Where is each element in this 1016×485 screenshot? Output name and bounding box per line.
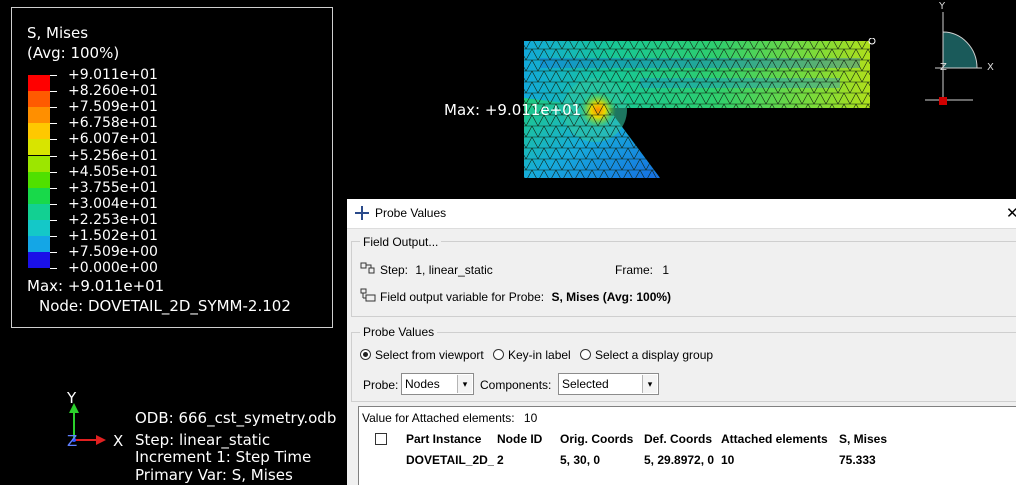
probe-results-table[interactable]: Value for Attached elements: 10 Part Ins…: [358, 406, 1016, 485]
radio-indicator[interactable]: [360, 349, 371, 360]
legend-value: +4.505e+01: [68, 163, 158, 180]
legend-tick: [50, 219, 57, 221]
close-icon[interactable]: ✕: [1006, 204, 1016, 222]
triad-y-label: Y: [67, 389, 77, 407]
col-def-coords[interactable]: Def. Coords: [644, 432, 712, 446]
field-output-group: [351, 241, 1016, 317]
legend-tick: [50, 155, 57, 157]
col-s-mises[interactable]: S, Mises: [839, 432, 887, 446]
radio-indicator[interactable]: [493, 349, 504, 360]
legend-title: S, Mises: [27, 24, 89, 42]
col-orig-coords[interactable]: Orig. Coords: [560, 432, 633, 446]
step-label: Step:: [380, 263, 409, 277]
dialog-titlebar[interactable]: Probe Values ✕: [347, 199, 1016, 229]
legend-swatch: [28, 171, 50, 188]
radio-select-from-viewport[interactable]: Select from viewport: [360, 348, 484, 362]
attached-elements-label: Value for Attached elements:: [362, 411, 515, 425]
chevron-down-icon: ▾: [457, 375, 472, 393]
triad-z-label: Z: [67, 432, 78, 450]
legend-subtitle: (Avg: 100%): [27, 44, 120, 62]
crosshair-icon: [355, 206, 369, 220]
legend-tick: [50, 171, 57, 173]
components-label: Components:: [480, 378, 552, 392]
legend-swatch: [28, 219, 50, 236]
legend-tick: [50, 91, 57, 93]
step-icon: [360, 262, 375, 274]
legend-swatch: [28, 91, 50, 108]
orientation-x-label: X: [987, 62, 994, 73]
cell-part-instance: DOVETAIL_2D_SYMM-2: [406, 453, 494, 467]
legend-tick: [50, 187, 57, 189]
probe-values-group-label: Probe Values: [360, 325, 438, 339]
legend-swatch: [28, 236, 50, 252]
legend-tick: [50, 236, 57, 237]
view-orientation-icon: [925, 12, 982, 105]
legend-value: +1.502e+01: [68, 228, 158, 244]
components-select[interactable]: Selected ▾: [558, 373, 659, 395]
orientation-y-label: Y: [939, 1, 946, 12]
probe-type-select[interactable]: Nodes ▾: [401, 373, 474, 395]
legend-swatch: [28, 155, 50, 172]
cell-node-id: 2: [497, 453, 504, 467]
field-output-button[interactable]: Field Output...: [360, 235, 442, 249]
probe-type-label: Probe:: [363, 378, 399, 392]
legend-tick: [50, 123, 57, 125]
legend-tick: [50, 75, 57, 76]
cell-def-coords: 5, 29.8972, 0: [644, 453, 715, 467]
col-attached-elements[interactable]: Attached elements: [721, 432, 828, 446]
probe-values-dialog[interactable]: Probe Values ✕ Field Output... Step: 1, …: [347, 199, 1016, 485]
radio-key-in-label[interactable]: Key-in label: [493, 348, 571, 362]
legend-value: +3.755e+01: [68, 179, 158, 196]
chevron-down-icon: ▾: [642, 375, 657, 393]
step-info: Step: linear_static: [135, 431, 271, 449]
legend-swatch: [28, 187, 50, 204]
legend-swatch: [28, 75, 50, 91]
legend-swatch: [28, 107, 50, 124]
legend-value: +8.260e+01: [68, 83, 158, 100]
field-variable-icon: [360, 288, 376, 302]
legend-tick: [50, 107, 57, 109]
col-part-instance[interactable]: Part Instance: [406, 432, 481, 446]
increment-info: Increment 1: Step Time: [135, 448, 312, 466]
dialog-title: Probe Values: [375, 206, 447, 220]
orientation-z-label: Z: [940, 62, 947, 73]
legend-tick: [50, 252, 57, 254]
legend-value: +9.011e+01: [68, 67, 158, 83]
attached-elements-value: 10: [523, 411, 538, 425]
legend-max: Max: +9.011e+01: [27, 277, 165, 295]
legend-value: +7.509e+01: [68, 99, 158, 116]
variable-value: S, Mises (Avg: 100%): [551, 290, 672, 304]
legend-swatch: [28, 123, 50, 140]
variable-label: Field output variable for Probe:: [380, 290, 545, 304]
legend-value: +2.253e+01: [68, 211, 158, 228]
col-node-id[interactable]: Node ID: [497, 432, 542, 446]
contour-legend: S, Mises (Avg: 100%) +9.011e+01 +8.260e+0…: [11, 7, 333, 328]
radio-select-display-group[interactable]: Select a display group: [580, 348, 713, 362]
legend-swatch: [28, 252, 50, 269]
legend-swatch: [28, 203, 50, 220]
triad-x-label: X: [113, 432, 124, 450]
legend-tick: [50, 268, 57, 270]
legend-value: +0.000e+00: [68, 260, 158, 277]
primary-var-info: Primary Var: S, Mises: [135, 466, 293, 484]
legend-tick: [50, 203, 57, 205]
select-all-checkbox[interactable]: [375, 433, 387, 445]
legend-swatch: [28, 139, 50, 156]
step-value: 1, linear_static: [415, 263, 493, 277]
legend-value: +5.256e+01: [68, 147, 158, 164]
legend-value: +6.758e+01: [68, 115, 158, 132]
legend-value: +6.007e+01: [68, 131, 158, 148]
odb-info: ODB: 666_cst_symetry.odb: [135, 409, 337, 427]
max-value-annotation: Max: +9.011e+01: [444, 101, 582, 119]
legend-value: +7.509e+00: [68, 244, 158, 261]
frame-value: 1: [662, 263, 670, 277]
cell-s-mises: 75.333: [839, 453, 876, 467]
cell-orig-coords: 5, 30, 0: [560, 453, 601, 467]
legend-tick: [50, 139, 57, 141]
legend-node: Node: DOVETAIL_2D_SYMM-2.102: [39, 297, 291, 315]
radio-indicator[interactable]: [580, 349, 591, 360]
legend-value: +3.004e+01: [68, 195, 158, 212]
frame-label: Frame:: [615, 263, 654, 277]
cell-attached-elements: 10: [721, 453, 735, 467]
